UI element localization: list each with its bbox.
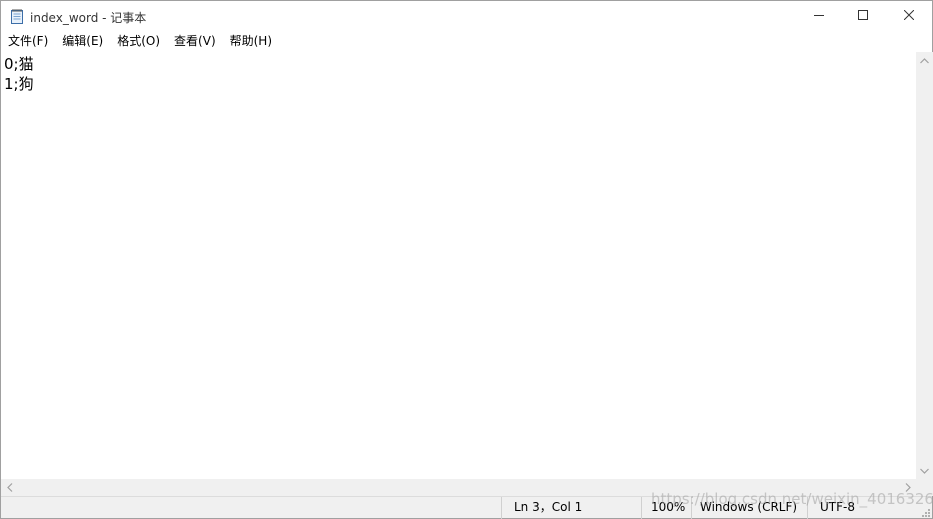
notepad-window: index_word - 记事本 文件(F) 编辑(E) 格式(O) 查看(V)… bbox=[0, 0, 933, 519]
notepad-icon bbox=[10, 8, 24, 24]
text-line: 0;猫 bbox=[4, 55, 34, 73]
menu-bar: 文件(F) 编辑(E) 格式(O) 查看(V) 帮助(H) bbox=[1, 31, 932, 51]
menu-view[interactable]: 查看(V) bbox=[167, 31, 223, 51]
vertical-scrollbar[interactable] bbox=[916, 52, 933, 479]
text-editor[interactable]: 0;猫 1;狗 bbox=[1, 52, 916, 479]
minimize-button[interactable] bbox=[796, 1, 842, 31]
minimize-icon bbox=[814, 9, 824, 23]
zoom-level: 100% bbox=[641, 497, 692, 519]
menu-help[interactable]: 帮助(H) bbox=[223, 31, 279, 51]
close-button[interactable] bbox=[886, 1, 932, 31]
scroll-corner bbox=[916, 479, 933, 496]
maximize-icon bbox=[858, 9, 868, 23]
window-title: index_word - 记事本 bbox=[30, 11, 147, 25]
status-bar: Ln 3，Col 1 100% Windows (CRLF) UTF-8 bbox=[1, 496, 932, 519]
menu-edit[interactable]: 编辑(E) bbox=[55, 31, 110, 51]
scroll-right-icon[interactable] bbox=[899, 479, 916, 496]
resize-grip-icon[interactable] bbox=[920, 506, 930, 517]
cursor-position: Ln 3，Col 1 bbox=[501, 497, 642, 519]
encoding: UTF-8 bbox=[807, 497, 932, 519]
line-ending: Windows (CRLF) bbox=[691, 497, 802, 519]
maximize-button[interactable] bbox=[840, 1, 886, 31]
menu-file[interactable]: 文件(F) bbox=[1, 31, 55, 51]
close-icon bbox=[903, 9, 915, 23]
text-line: 1;狗 bbox=[4, 75, 34, 93]
menu-format[interactable]: 格式(O) bbox=[110, 31, 167, 51]
scroll-left-icon[interactable] bbox=[1, 479, 18, 496]
horizontal-scrollbar[interactable] bbox=[1, 479, 916, 496]
scroll-down-icon[interactable] bbox=[916, 462, 933, 479]
scroll-up-icon[interactable] bbox=[916, 52, 933, 69]
title-bar[interactable]: index_word - 记事本 bbox=[1, 1, 932, 31]
